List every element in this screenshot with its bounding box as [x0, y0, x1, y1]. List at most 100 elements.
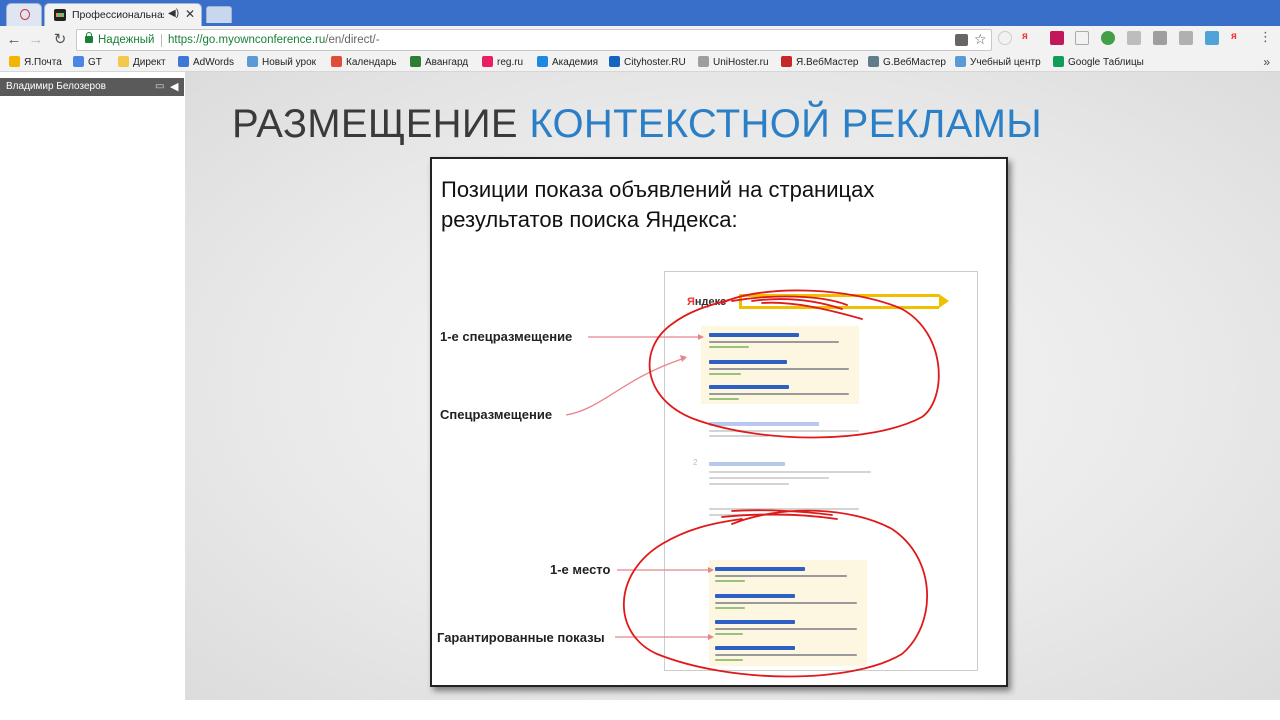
label-special: Спецразмещение [440, 407, 553, 422]
yandex-logo-rest: ндекс [694, 296, 727, 308]
organic-text-line [709, 471, 871, 473]
organic-title-line [709, 422, 819, 426]
ad-title-line [709, 360, 787, 364]
extension-icon[interactable] [1153, 31, 1167, 45]
address-separator [161, 34, 162, 47]
bookmarks-more-button[interactable]: » [1263, 55, 1270, 69]
bookmark-star-icon[interactable]: ☆ [974, 31, 987, 48]
presenter-name: Владимир Белозеров [6, 81, 106, 92]
bookmark-item[interactable]: Директ [118, 56, 166, 70]
extension-icon[interactable] [1101, 31, 1115, 45]
bookmark-icon [118, 56, 129, 67]
bookmark-icon [537, 56, 548, 67]
back-arrow-icon[interactable]: ← [5, 30, 23, 50]
bookmark-icon [781, 56, 792, 67]
serp-result-number: 2 [693, 458, 698, 467]
url-text[interactable]: https://go.myownconference.ru/en/direct/… [168, 34, 380, 46]
bookmark-label: Новый урок [262, 57, 317, 68]
camera-off-icon[interactable]: ▭ [155, 81, 164, 92]
ad-url-line [709, 373, 741, 375]
bookmark-label: reg.ru [497, 57, 524, 68]
tab-active[interactable]: Профессиональная Р ◀) ✕ [44, 3, 202, 26]
url-path: /en/direct/- [325, 34, 380, 46]
ad-url-line [715, 633, 743, 635]
bookmark-label: Я.Почта [24, 57, 62, 68]
bookmark-item[interactable]: Академия [537, 56, 598, 70]
url-host: https://go.myownconference.ru [168, 34, 326, 46]
bookmark-icon [331, 56, 342, 67]
label-guaranteed: Гарантированные показы [437, 630, 605, 645]
slide-heading: Позиции показа объявлений на страницах р… [441, 177, 875, 232]
yandex-extension-icon[interactable]: я [1022, 31, 1036, 45]
ad-text-line [715, 654, 857, 656]
participants-panel: Владимир Белозеров ▭ ◀ [0, 72, 185, 720]
extension-icon[interactable] [1050, 31, 1064, 45]
tab-title: Профессиональная Р [72, 9, 164, 21]
ad-url-line [715, 659, 743, 661]
yandex-extension-icon[interactable]: я [1231, 31, 1245, 45]
bookmark-item[interactable]: AdWords [178, 56, 234, 70]
bookmark-label: Google Таблицы [1068, 57, 1144, 68]
lock-icon [85, 32, 93, 43]
bookmark-item[interactable]: Я.ВебМастер [781, 56, 858, 70]
bookmark-icon [73, 56, 84, 67]
new-tab-button[interactable] [206, 6, 232, 23]
bookmark-label: Учебный центр [970, 57, 1041, 68]
label-first-place: 1-е место [550, 562, 611, 577]
bookmark-label: Авангард [425, 57, 469, 68]
presenter-bar: Владимир Белозеров ▭ ◀ [0, 78, 184, 96]
bookmark-icon [868, 56, 879, 67]
ad-url-line [709, 346, 749, 348]
bookmark-item[interactable]: Я.Почта [9, 56, 62, 70]
bookmark-item[interactable]: Cityhoster.RU [609, 56, 686, 70]
bookmark-item[interactable]: GT [73, 56, 102, 70]
bookmark-item[interactable]: UniHoster.ru [698, 56, 769, 70]
forward-arrow-icon[interactable]: → [27, 30, 45, 50]
ad-title-line [715, 594, 795, 598]
bookmark-item[interactable]: Google Таблицы [1053, 56, 1144, 70]
tab-opera[interactable] [6, 3, 42, 26]
bookmark-label: G.ВебМастер [883, 57, 946, 68]
translate-icon[interactable] [955, 34, 968, 46]
ad-url-line [715, 607, 745, 609]
serp-search-bar [739, 294, 949, 309]
extension-icon[interactable] [1179, 31, 1193, 45]
speaker-icon[interactable]: ◀) [168, 8, 179, 19]
organic-text-line [709, 514, 799, 516]
address-bar[interactable]: Надежный https://go.myownconference.ru/e… [76, 29, 992, 51]
extension-icon[interactable] [1127, 31, 1141, 45]
site-favicon-icon [54, 9, 66, 21]
bookmark-item[interactable]: Авангард [410, 56, 468, 70]
close-icon[interactable]: ✕ [185, 7, 195, 21]
extension-icon[interactable] [1075, 31, 1089, 45]
bookmark-label: UniHoster.ru [713, 57, 769, 68]
bookmark-item[interactable]: Учебный центр [955, 56, 1041, 70]
bookmark-item[interactable]: G.ВебМастер [868, 56, 946, 70]
slide-title-part1: РАЗМЕЩЕНИЕ [232, 102, 518, 146]
organic-text-line [709, 508, 859, 510]
bookmark-label: Cityhoster.RU [624, 57, 686, 68]
bookmark-item[interactable]: Календарь [331, 56, 396, 70]
bookmark-label: Академия [552, 57, 599, 68]
tab-strip: Профессиональная Р ◀) ✕ [0, 0, 1280, 26]
ad-text-line [709, 393, 849, 395]
yandex-logo: Яндекс [687, 296, 726, 308]
ad-title-line [709, 385, 789, 389]
bookmark-item[interactable]: reg.ru [482, 56, 523, 70]
bookmarks-bar: » Я.Почта GT Директ AdWords Новый урок Календ… [0, 54, 1280, 72]
ad-url-line [709, 398, 739, 400]
extension-icon[interactable] [998, 31, 1012, 45]
ad-title-line [709, 333, 799, 337]
ad-title-line [715, 620, 795, 624]
bookmark-icon [955, 56, 966, 67]
secure-label: Надежный [98, 34, 155, 46]
reload-icon[interactable]: ↻ [51, 30, 69, 50]
menu-icon[interactable]: ⋮ [1259, 30, 1273, 45]
organic-text-line [709, 430, 859, 432]
bookmark-item[interactable]: Новый урок [247, 56, 316, 70]
organic-title-line [709, 462, 785, 466]
bookmark-icon [698, 56, 709, 67]
extension-icon[interactable] [1205, 31, 1219, 45]
speaker-icon[interactable]: ◀ [170, 80, 178, 93]
bottom-strip [185, 700, 1280, 720]
